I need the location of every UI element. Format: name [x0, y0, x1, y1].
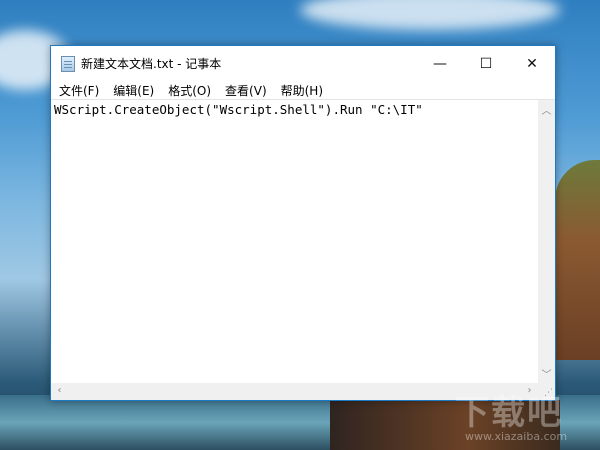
menu-help[interactable]: 帮助(H)	[275, 82, 329, 99]
scroll-left-icon[interactable]: ‹	[51, 385, 68, 396]
maximize-button[interactable]: ☐	[463, 46, 509, 81]
window-title: 新建文本文档.txt - 记事本	[81, 57, 222, 71]
minimize-button[interactable]: —	[417, 46, 463, 81]
notepad-window: 新建文本文档.txt - 记事本 — ☐ ✕ 文件(F) 编辑(E) 格式(O)…	[50, 45, 556, 401]
menu-format[interactable]: 格式(O)	[162, 82, 217, 99]
vertical-scrollbar[interactable]: ︿ ﹀	[538, 100, 555, 383]
text-editor[interactable]: WScript.CreateObject("Wscript.Shell").Ru…	[51, 99, 555, 383]
scroll-down-icon[interactable]: ﹀	[538, 366, 555, 381]
scroll-up-icon[interactable]: ︿	[538, 102, 555, 117]
title-bar[interactable]: 新建文本文档.txt - 记事本 — ☐ ✕	[51, 46, 555, 81]
cloud	[300, 0, 560, 30]
close-button[interactable]: ✕	[509, 46, 555, 81]
notepad-icon	[61, 55, 75, 72]
editor-content[interactable]: WScript.CreateObject("Wscript.Shell").Ru…	[54, 102, 423, 117]
menu-file[interactable]: 文件(F)	[53, 82, 105, 99]
menu-bar: 文件(F) 编辑(E) 格式(O) 查看(V) 帮助(H)	[51, 81, 555, 99]
menu-view[interactable]: 查看(V)	[219, 82, 273, 99]
watermark-logo: 下载吧	[455, 393, 563, 433]
menu-edit[interactable]: 编辑(E)	[107, 82, 160, 99]
watermark-url: www.xiazaiba.com	[465, 430, 568, 443]
desktop-cliff	[555, 160, 600, 360]
